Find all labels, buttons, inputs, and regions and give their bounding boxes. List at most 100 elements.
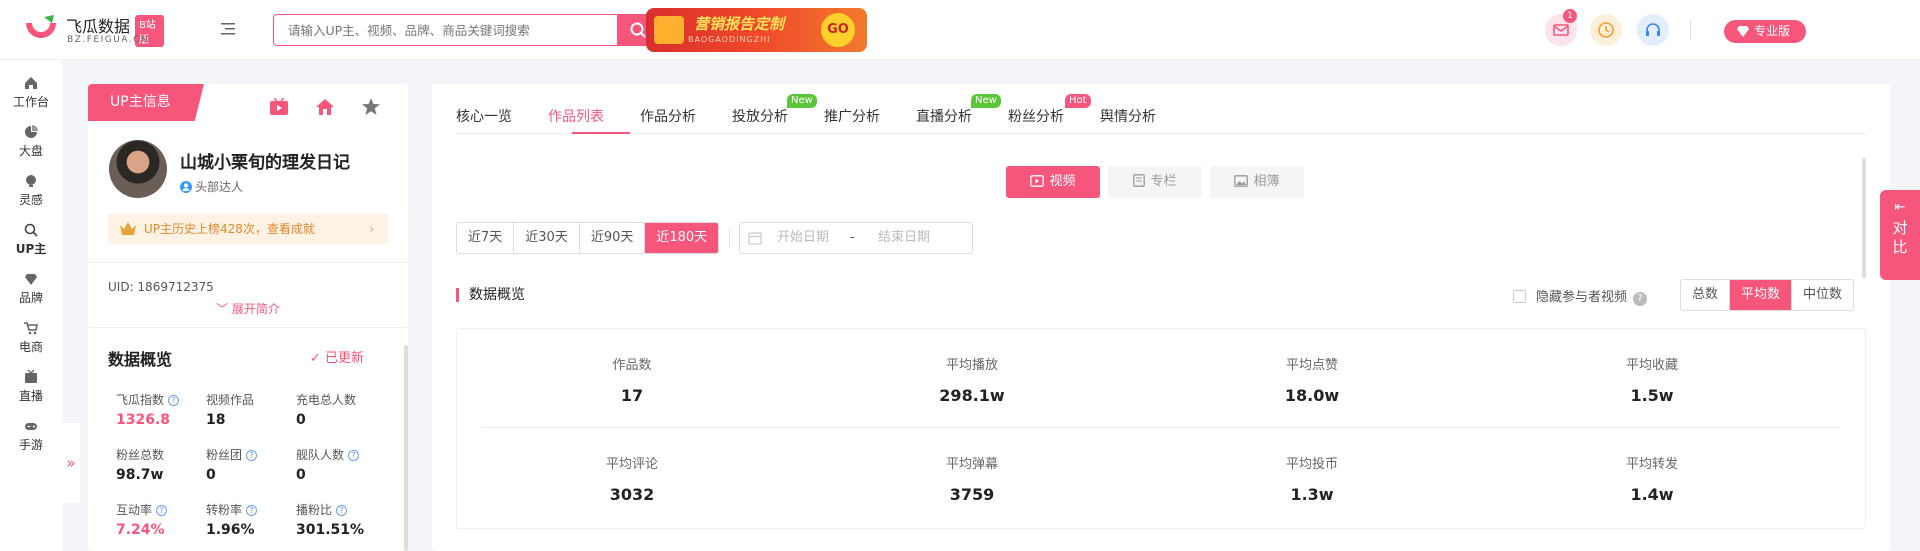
banner-go-button[interactable]: GO [821,13,855,47]
watermelon-logo-icon [26,15,56,38]
range-7-days[interactable]: 近7天 [457,223,515,253]
help-icon[interactable]: ? [168,395,180,406]
uid-text: UID: 1869712375 [108,280,214,294]
sidebar-item-brand[interactable]: 品牌 [0,272,62,306]
compare-icon: ⇤ [1894,200,1906,215]
metric-works-count: 作品数 17 [462,354,802,405]
up-level-tag: 头部达人 [180,178,243,195]
metric-value: 1.4w [1630,485,1674,504]
start-date-placeholder[interactable]: 开始日期 [777,223,829,253]
hide-participant-toggle[interactable]: 隐藏参与者视频? [1513,286,1648,306]
expand-sidebar-button[interactable]: » [62,423,80,503]
range-30-days[interactable]: 近30天 [514,223,580,253]
help-icon[interactable]: ? [1633,292,1648,306]
tab-works-list[interactable]: 作品列表 [548,106,604,126]
sidebar-item-mobile-game[interactable]: 手游 [0,419,62,453]
panel-divider [88,262,408,263]
customer-service-button[interactable] [1637,14,1669,46]
history-button[interactable] [1590,14,1622,46]
panel-divider [88,327,408,328]
metric-label: 平均投币 [1285,457,1338,472]
type-column-button[interactable]: 专栏 [1108,166,1202,198]
tab-placement-analysis[interactable]: 投放分析 [732,106,788,126]
type-video-button[interactable]: 视频 [1006,166,1100,198]
header-divider [1690,20,1691,40]
mode-average[interactable]: 平均数 [1730,280,1793,310]
menu-toggle-icon[interactable] [220,21,236,37]
pro-label: 专业版 [1754,24,1791,38]
aggregation-selector: 总数 平均数 中位数 [1680,279,1855,311]
sidebar-item-market[interactable]: 大盘 [0,125,62,159]
metric-value: 1.3w [1290,485,1334,504]
banner-title: 营销报告定制 [694,15,785,33]
expand-intro-label: 展开简介 [231,302,280,316]
date-picker[interactable]: 开始日期 - 结束日期 [739,222,973,254]
rank-history-bar[interactable]: UP主历史上榜428次，查看成就 › [108,214,388,244]
hot-badge: Hot [1065,94,1091,108]
search-icon [24,223,38,237]
type-album-button[interactable]: 相簿 [1210,166,1304,198]
main-scrollbar[interactable] [1862,158,1866,278]
favorite-star-icon[interactable] [361,98,381,116]
brand-logo[interactable]: 飞瓜数据 B站版 BZ.FEIGUA.CN [24,12,164,48]
bilibili-tv-icon[interactable] [269,98,289,116]
homepage-icon[interactable] [315,98,335,116]
expand-intro-link[interactable]: ﹀ 展开简介 [88,300,408,317]
help-icon[interactable]: ? [348,450,360,461]
help-icon[interactable]: ? [246,450,258,461]
metric-avg-shares: 平均转发 1.4w [1482,453,1822,504]
tab-fans-analysis[interactable]: 粉丝分析 [1008,106,1064,126]
sidebar-item-up[interactable]: UP主 [0,223,62,257]
tab-promotion-analysis[interactable]: 推广分析 [824,106,880,126]
home-icon [25,77,37,89]
mode-median[interactable]: 中位数 [1792,280,1853,310]
tab-live-analysis[interactable]: 直播分析 [916,106,972,126]
sidebar-item-label: 工作台 [12,95,49,109]
stat-play-fan-ratio: 播粉比? 301.51% [296,501,386,538]
compare-label: 对比 [1892,219,1908,256]
search-icon [630,22,646,38]
metric-avg-comments: 平均评论 3032 [462,453,802,504]
metric-label: 平均评论 [605,457,658,472]
stat-label: 舰队人数 [296,448,345,462]
stat-value: 301.51% [296,522,365,538]
stat-feigua-index: 飞瓜指数? 1326.8 [116,391,206,428]
metric-avg-plays: 平均播放 298.1w [802,354,1142,405]
tab-core-overview[interactable]: 核心一览 [456,106,512,126]
tv-icon [25,370,37,383]
help-icon[interactable]: ? [156,505,168,516]
sidebar-item-inspiration[interactable]: 灵感 [0,174,62,208]
sidebar-item-live[interactable]: 直播 [0,370,62,404]
type-label: 专栏 [1150,174,1177,189]
compare-button[interactable]: ⇤ 对比 [1880,190,1920,280]
checkbox[interactable] [1513,290,1526,303]
range-180-days[interactable]: 近180天 [645,223,719,253]
metric-label: 平均收藏 [1625,358,1678,373]
metric-value: 17 [620,386,644,405]
sidebar-item-ecommerce[interactable]: 电商 [0,321,62,355]
up-info-tab[interactable]: UP主信息 [88,84,204,121]
tab-sentiment-analysis[interactable]: 舆情分析 [1100,106,1156,126]
pro-version-button[interactable]: 专业版 [1724,20,1806,43]
search-input[interactable] [273,14,618,46]
updated-status[interactable]: ✓ 已更新 [310,347,364,366]
panel-scrollbar[interactable] [404,345,408,551]
metric-avg-favorites: 平均收藏 1.5w [1482,354,1822,405]
stat-value: 1.96% [206,522,255,538]
help-icon[interactable]: ? [246,505,258,516]
end-date-placeholder[interactable]: 结束日期 [878,223,930,253]
stat-label: 充电总人数 [296,393,357,407]
stat-charge-total: 充电总人数 0 [296,391,386,428]
sidebar-item-workbench[interactable]: 工作台 [0,76,62,110]
notification-badge: 1 [1563,9,1577,23]
metric-avg-danmaku: 平均弹幕 3759 [802,453,1142,504]
stat-fan-conversion: 转粉率? 1.96% [206,501,296,538]
marketing-report-banner[interactable]: 营销报告定制 BAOGAODINGZHI GO [646,8,867,52]
sidebar-item-label: 大盘 [18,144,43,158]
help-icon[interactable]: ? [336,505,348,516]
tab-works-analysis[interactable]: 作品分析 [640,106,696,126]
range-90-days[interactable]: 近90天 [580,223,646,253]
crown-icon [120,222,136,235]
mode-total[interactable]: 总数 [1681,280,1731,310]
metric-label: 平均转发 [1625,457,1678,472]
